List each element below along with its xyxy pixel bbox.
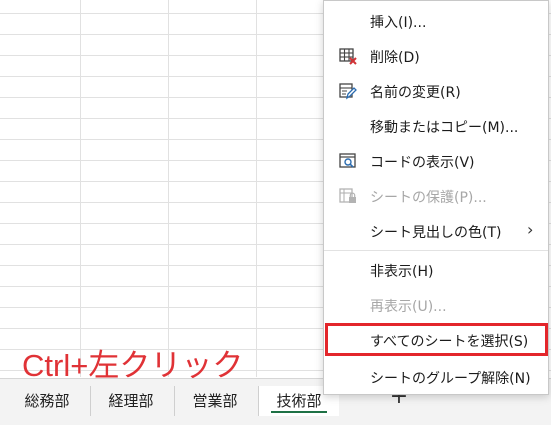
menu-item-view-code[interactable]: コードの表示(V) xyxy=(324,145,548,177)
menu-item-label: 削除(D) xyxy=(370,50,420,66)
menu-item-hide[interactable]: 非表示(H) xyxy=(324,254,548,286)
menu-item-label: 名前の変更(R) xyxy=(370,85,461,101)
menu-item-rename[interactable]: 名前の変更(R) xyxy=(324,75,548,107)
sheet-tab-keiri[interactable]: 経理部 xyxy=(90,386,171,416)
menu-item-insert[interactable]: 挿入(I)... xyxy=(324,5,548,37)
menu-item-tab-color[interactable]: シート見出しの色(T) › xyxy=(324,215,548,247)
menu-item-label: シートの保護(P)... xyxy=(370,190,487,206)
menu-item-label: コードの表示(V) xyxy=(370,155,475,171)
menu-separator xyxy=(324,250,548,251)
menu-item-delete[interactable]: 削除(D) xyxy=(324,40,548,72)
view-code-icon xyxy=(338,151,358,171)
menu-item-label: 移動またはコピー(M)... xyxy=(370,120,519,136)
chevron-right-icon: › xyxy=(527,220,534,239)
delete-sheet-icon xyxy=(338,46,358,66)
highlight-frame xyxy=(325,323,548,356)
menu-item-label: シートのグループ解除(N) xyxy=(370,371,531,387)
rename-sheet-icon xyxy=(338,81,358,101)
menu-item-unhide: 再表示(U)... xyxy=(324,289,548,321)
menu-item-label: 挿入(I)... xyxy=(370,15,427,31)
protect-sheet-icon xyxy=(338,186,358,206)
menu-item-ungroup-sheets[interactable]: シートのグループ解除(N) xyxy=(324,361,548,393)
menu-item-label: 非表示(H) xyxy=(370,264,434,280)
menu-item-protect-sheet: シートの保護(P)... xyxy=(324,180,548,212)
sheet-context-menu: 挿入(I)... 削除(D) 名前の変更(R) 移動またはコピー(M)... コ… xyxy=(323,0,549,395)
sheet-tab-eigyo[interactable]: 営業部 xyxy=(174,386,255,416)
menu-item-label: 再表示(U)... xyxy=(370,299,447,315)
menu-item-move-copy[interactable]: 移動またはコピー(M)... xyxy=(324,110,548,142)
menu-item-label: シート見出しの色(T) xyxy=(370,225,502,241)
sheet-tab-soumu[interactable]: 総務部 xyxy=(8,386,86,416)
